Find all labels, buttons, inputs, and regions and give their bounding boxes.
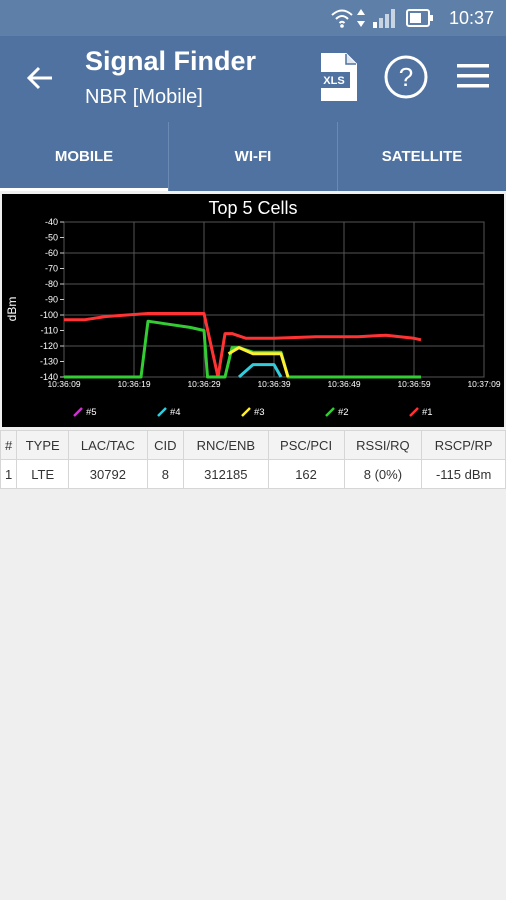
chart-y-tick-label: -120 xyxy=(40,341,58,351)
tab-mobile[interactable]: MOBILE xyxy=(0,122,168,191)
status-time: 10:37 xyxy=(448,8,494,28)
app-bar: Signal Finder NBR [Mobile] XLS ? xyxy=(0,36,506,122)
chart-y-tick-label: -90 xyxy=(45,295,58,305)
hamburger-menu-icon[interactable] xyxy=(456,62,490,90)
chart-legend-label: #3 xyxy=(254,407,265,418)
cell-table: # TYPE LAC/TAC CID RNC/ENB PSC/PCI RSSI/… xyxy=(0,430,506,489)
cell-rnc-enb: 312185 xyxy=(183,459,269,489)
chart-legend-swatch xyxy=(157,407,167,417)
chart-legend-label: #4 xyxy=(170,407,181,418)
tab-wifi[interactable]: WI-FI xyxy=(168,122,337,191)
chart-legend-label: #5 xyxy=(86,407,97,418)
chart-legend-label: #2 xyxy=(338,407,349,418)
tab-bar: MOBILE WI-FI SATELLITE xyxy=(0,122,506,191)
chart-x-tick-label: 10:36:19 xyxy=(117,379,150,389)
chart-y-tick-label: -60 xyxy=(45,248,58,258)
chart-x-tick-label: 10:36:49 xyxy=(327,379,360,389)
table-row[interactable]: 1 LTE 30792 8 312185 162 8 (0%) -115 dBm xyxy=(0,459,506,489)
chart-legend-swatch xyxy=(325,407,335,417)
table-header-row: # TYPE LAC/TAC CID RNC/ENB PSC/PCI RSSI/… xyxy=(0,430,506,460)
xls-export-icon[interactable]: XLS xyxy=(318,52,360,102)
chart-y-tick-label: -40 xyxy=(45,217,58,227)
page-title: Signal Finder xyxy=(85,46,257,76)
chart-legend-swatch xyxy=(241,407,251,417)
col-header-cid[interactable]: CID xyxy=(146,430,185,460)
col-header-rssi-rq[interactable]: RSSI/RQ xyxy=(343,430,423,460)
chart-y-tick-label: -70 xyxy=(45,264,58,274)
data-arrows-icon xyxy=(357,9,365,27)
chart-y-tick-label: -130 xyxy=(40,357,58,367)
status-bar: 10:37 xyxy=(0,0,506,36)
cell-type: LTE xyxy=(16,459,70,489)
chart-x-tick-label: 10:36:29 xyxy=(187,379,220,389)
chart-x-tick-label: 10:36:39 xyxy=(257,379,290,389)
chart-y-tick-label: -80 xyxy=(45,279,58,289)
col-header-rscp-rp[interactable]: RSCP/RP xyxy=(421,430,506,460)
chart-legend-swatch xyxy=(409,407,419,417)
col-header-lac-tac[interactable]: LAC/TAC xyxy=(68,430,148,460)
cell-rssi-rq: 8 (0%) xyxy=(343,459,423,489)
col-header-psc-pci[interactable]: PSC/PCI xyxy=(267,430,345,460)
chart-x-tick-label: 10:37:09 xyxy=(467,379,500,389)
tab-satellite[interactable]: SATELLITE xyxy=(337,122,506,191)
wifi-icon xyxy=(331,9,353,28)
cell-index: 1 xyxy=(0,459,18,489)
col-header-index[interactable]: # xyxy=(0,430,18,460)
chart-y-tick-label: -100 xyxy=(40,310,58,320)
page-subtitle: NBR [Mobile] xyxy=(85,86,203,108)
cell-psc-pci: 162 xyxy=(267,459,345,489)
chart-y-tick-label: -110 xyxy=(41,326,58,336)
xls-label: XLS xyxy=(323,75,344,87)
help-glyph: ? xyxy=(399,62,413,92)
back-arrow-icon[interactable] xyxy=(26,64,54,92)
chart-series-line-n1 xyxy=(64,312,422,379)
signal-chart: Top 5 Cells dBm -40 -50 -60 -70 -80 -90 -100 -1… xyxy=(2,194,504,427)
cell-rscp-rp: -115 dBm xyxy=(421,459,506,489)
cellular-signal-icon xyxy=(373,9,395,28)
chart-y-tick-label: -50 xyxy=(45,233,58,243)
chart-x-tick-label: 10:36:59 xyxy=(397,379,430,389)
chart-x-tick-label: 10:36:09 xyxy=(47,379,80,389)
chart-y-axis-label: dBm xyxy=(5,297,19,322)
col-header-rnc-enb[interactable]: RNC/ENB xyxy=(183,430,269,460)
chart-legend-swatch xyxy=(73,407,83,417)
signal-chart-svg: Top 5 Cells dBm -40 -50 -60 -70 -80 -90 -100 -1… xyxy=(5,198,501,418)
battery-icon xyxy=(406,9,433,27)
cell-cid: 8 xyxy=(146,459,185,489)
chart-legend-label: #1 xyxy=(422,407,433,418)
help-icon[interactable]: ? xyxy=(383,54,429,100)
cell-lac-tac: 30792 xyxy=(68,459,148,489)
chart-title: Top 5 Cells xyxy=(208,198,297,218)
col-header-type[interactable]: TYPE xyxy=(16,430,70,460)
chart-series-line-n4 xyxy=(238,363,283,379)
